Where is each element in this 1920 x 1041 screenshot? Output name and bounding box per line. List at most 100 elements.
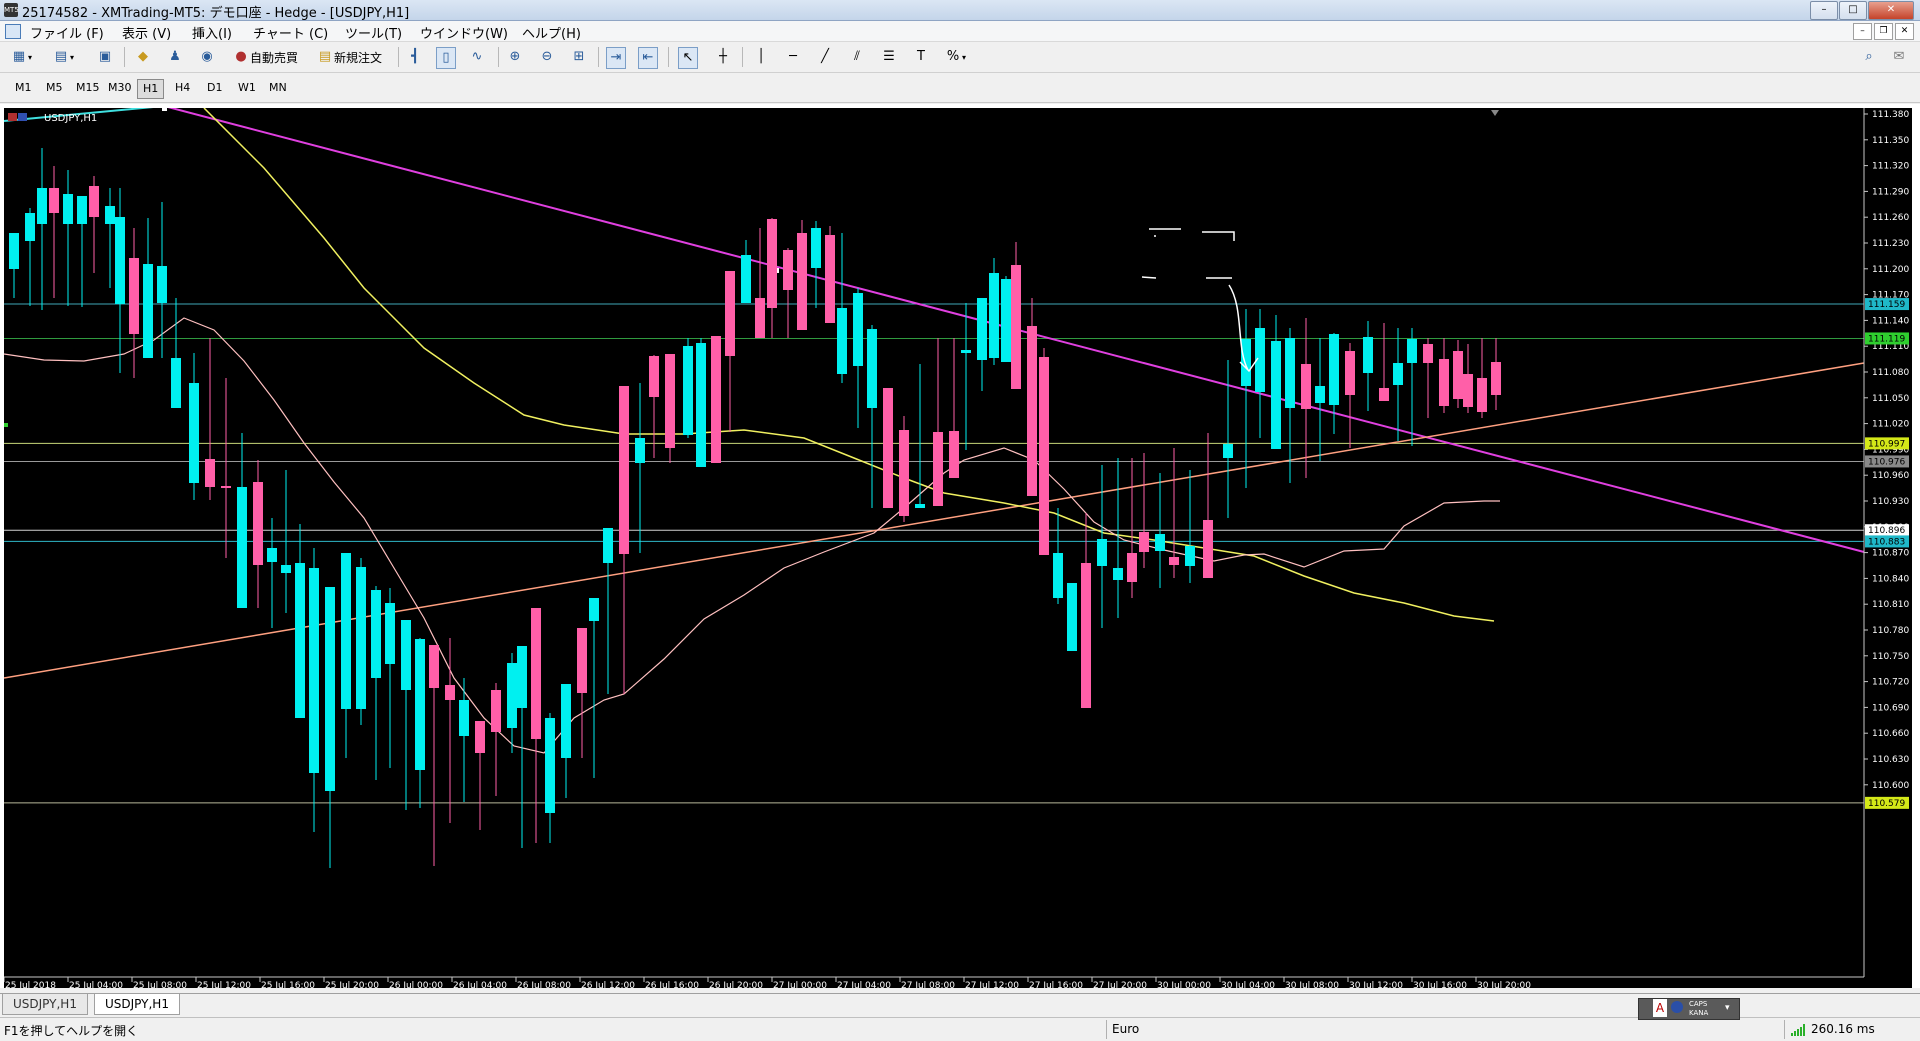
candle-body[interactable]: [385, 603, 395, 664]
candle-body[interactable]: [129, 258, 139, 334]
candle-body[interactable]: [1345, 351, 1355, 395]
candle-body[interactable]: [341, 553, 351, 709]
candle-body[interactable]: [811, 228, 821, 268]
candle-body[interactable]: [205, 459, 215, 487]
menu-chart[interactable]: チャート (C): [249, 23, 332, 42]
candle-body[interactable]: [517, 646, 527, 708]
candle-body[interactable]: [371, 590, 381, 678]
candle-body[interactable]: [491, 690, 501, 732]
candle-body[interactable]: [143, 264, 153, 358]
candle-body[interactable]: [1329, 334, 1339, 405]
candle-body[interactable]: [741, 255, 751, 303]
line-chart-button[interactable]: ∿: [468, 47, 486, 67]
candle-body[interactable]: [1001, 279, 1011, 362]
candle-body[interactable]: [77, 196, 87, 224]
candle-body[interactable]: [171, 358, 181, 408]
tab-usdjpy-h1-2[interactable]: USDJPY,H1: [94, 994, 180, 1015]
candle-body[interactable]: [221, 486, 231, 488]
candle-body[interactable]: [105, 206, 115, 224]
candle-body[interactable]: [1315, 386, 1325, 403]
tf-mn[interactable]: MN: [264, 79, 292, 97]
menu-window[interactable]: ウインドウ(W): [416, 23, 512, 42]
candle-body[interactable]: [237, 487, 247, 608]
candle-body[interactable]: [281, 565, 291, 573]
navigator-button[interactable]: ♟: [166, 47, 184, 67]
candle-body[interactable]: [915, 504, 925, 508]
candle-body[interactable]: [267, 548, 277, 562]
candle-body[interactable]: [1477, 378, 1487, 412]
candle-body[interactable]: [25, 213, 35, 241]
chart-background[interactable]: [4, 108, 1912, 988]
tf-h1[interactable]: H1: [137, 79, 165, 99]
candle-body[interactable]: [1113, 568, 1123, 580]
candle-body[interactable]: [949, 431, 959, 478]
candle-body[interactable]: [1423, 344, 1433, 363]
document-icon[interactable]: [5, 24, 21, 39]
tf-d1[interactable]: D1: [202, 79, 227, 97]
candle-body[interactable]: [309, 568, 319, 773]
candle-body[interactable]: [711, 336, 721, 463]
menu-help[interactable]: ヘルプ(H): [518, 23, 585, 42]
candle-body[interactable]: [577, 628, 587, 693]
mdi-minimize-button[interactable]: –: [1853, 23, 1872, 40]
candle-body[interactable]: [115, 217, 125, 304]
tf-m1[interactable]: M1: [10, 79, 37, 97]
tf-m30[interactable]: M30: [103, 79, 137, 97]
candle-body[interactable]: [356, 567, 366, 709]
candle-body[interactable]: [589, 598, 599, 621]
candle-body[interactable]: [899, 430, 909, 516]
candle-body[interactable]: [883, 388, 893, 508]
candle-body[interactable]: [1169, 557, 1179, 565]
candle-body[interactable]: [797, 233, 807, 330]
candle-body[interactable]: [867, 329, 877, 408]
candle-body[interactable]: [933, 432, 943, 506]
candle-body[interactable]: [1301, 364, 1311, 409]
auto-trading-button[interactable]: ● 自動売買: [232, 47, 298, 67]
bar-chart-button[interactable]: ┫: [406, 47, 424, 67]
profiles-button[interactable]: ▤ ▾: [52, 47, 74, 67]
candle-body[interactable]: [49, 188, 59, 213]
candle-body[interactable]: [1203, 520, 1213, 578]
candle-body[interactable]: [1285, 338, 1295, 408]
candle-body[interactable]: [635, 438, 645, 463]
candle-body[interactable]: [1463, 374, 1473, 407]
candle-body[interactable]: [825, 235, 835, 323]
candle-body[interactable]: [507, 663, 517, 728]
tf-w1[interactable]: W1: [233, 79, 261, 97]
text-button[interactable]: T: [912, 47, 930, 67]
candle-body[interactable]: [1491, 362, 1501, 395]
candlestick-button[interactable]: ▯: [436, 47, 456, 69]
market-watch-button[interactable]: ▣: [96, 47, 114, 67]
horizontal-line-button[interactable]: ─: [784, 47, 802, 67]
minimize-button[interactable]: –: [1810, 1, 1838, 20]
candle-body[interactable]: [189, 383, 199, 483]
candle-body[interactable]: [961, 350, 971, 353]
candle-body[interactable]: [989, 273, 999, 358]
candle-body[interactable]: [561, 684, 571, 758]
candle-body[interactable]: [619, 386, 629, 554]
candle-body[interactable]: [9, 233, 19, 269]
candle-body[interactable]: [475, 721, 485, 753]
candle-body[interactable]: [401, 620, 411, 690]
candle-body[interactable]: [1067, 583, 1077, 651]
candle-body[interactable]: [665, 354, 675, 448]
candle-body[interactable]: [157, 266, 167, 303]
candle-body[interactable]: [783, 250, 793, 290]
candle-body[interactable]: [1155, 534, 1165, 551]
candle-body[interactable]: [63, 194, 73, 224]
candle-body[interactable]: [1407, 339, 1417, 363]
channel-button[interactable]: ⫽: [848, 47, 866, 67]
candle-body[interactable]: [1241, 339, 1251, 386]
candle-body[interactable]: [725, 271, 735, 356]
candle-body[interactable]: [1097, 539, 1107, 566]
maximize-button[interactable]: □: [1839, 1, 1867, 20]
candle-body[interactable]: [1439, 359, 1449, 406]
candle-body[interactable]: [1053, 553, 1063, 598]
candle-body[interactable]: [1185, 546, 1195, 566]
candle-body[interactable]: [1127, 553, 1137, 582]
candle-body[interactable]: [1081, 563, 1091, 708]
mdi-close-button[interactable]: ✕: [1895, 23, 1914, 40]
candle-body[interactable]: [1363, 337, 1373, 373]
hline-anchor[interactable]: [4, 423, 8, 427]
zoom-in-button[interactable]: ⊕: [506, 47, 524, 67]
